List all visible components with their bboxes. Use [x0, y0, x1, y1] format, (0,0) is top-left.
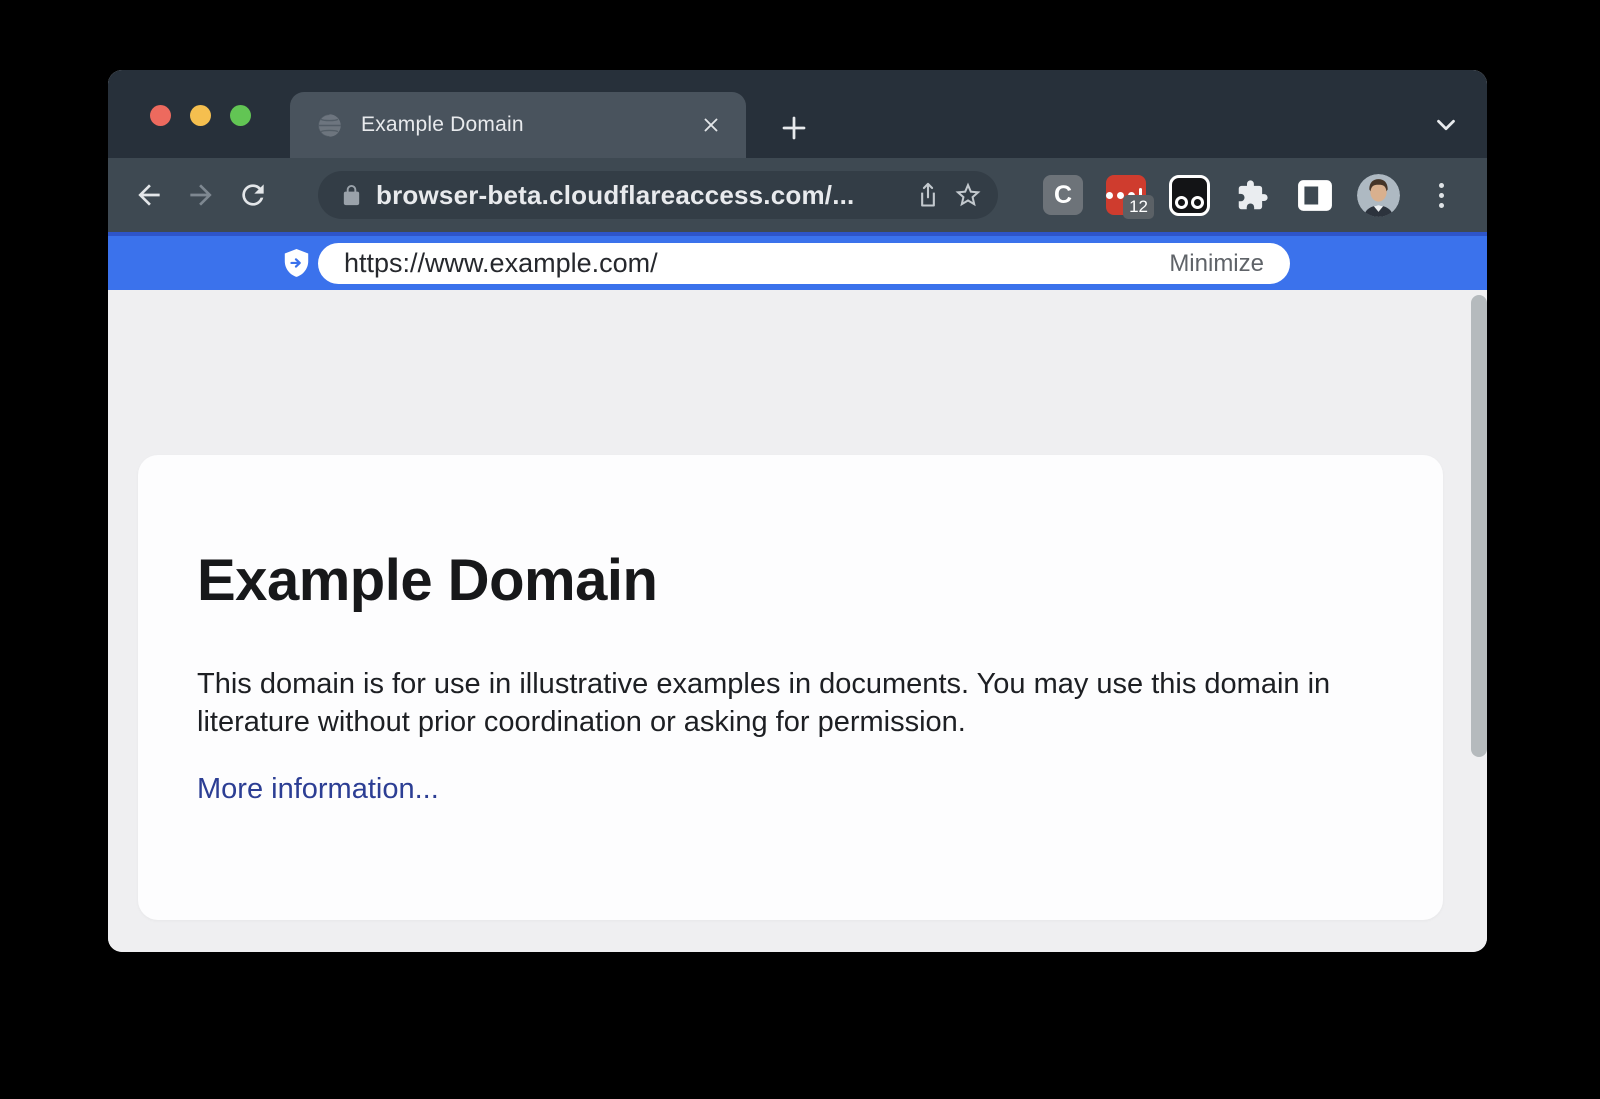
- address-bar[interactable]: browser-beta.cloudflareaccess.com/...: [318, 171, 998, 219]
- page-body-text: This domain is for use in illustrative e…: [197, 665, 1357, 741]
- extension-two-circles-button[interactable]: [1163, 169, 1215, 221]
- extensions-area: C 12: [1037, 158, 1487, 232]
- page-title: Example Domain: [197, 547, 657, 614]
- tab-example-domain[interactable]: Example Domain: [290, 92, 746, 158]
- scrollbar-thumb[interactable]: [1471, 295, 1487, 757]
- zoom-window-button[interactable]: [230, 105, 251, 126]
- extension-c-button[interactable]: C: [1037, 169, 1089, 221]
- avatar: [1357, 174, 1400, 217]
- browser-window: Example Domain: [108, 70, 1487, 952]
- more-information-link[interactable]: More information...: [197, 773, 439, 806]
- content-card: Example Domain This domain is for use in…: [138, 455, 1443, 920]
- page-viewport: Example Domain This domain is for use in…: [108, 290, 1487, 952]
- side-panel-button[interactable]: [1289, 169, 1341, 221]
- puzzle-icon: [1236, 179, 1269, 212]
- kebab-menu-icon: [1439, 183, 1444, 208]
- two-circles-icon: [1169, 175, 1210, 216]
- c-extension-icon: C: [1043, 175, 1083, 215]
- back-arrow-icon: [133, 179, 165, 211]
- minimize-window-button[interactable]: [190, 105, 211, 126]
- forward-button[interactable]: [180, 174, 222, 216]
- chevron-down-icon[interactable]: [1429, 108, 1463, 142]
- close-tab-icon[interactable]: [694, 108, 728, 142]
- share-icon[interactable]: [908, 175, 948, 215]
- globe-favicon-icon: [316, 112, 343, 139]
- extensions-menu-button[interactable]: [1226, 169, 1278, 221]
- back-button[interactable]: [128, 174, 170, 216]
- isolation-url-bar[interactable]: https://www.example.com/ Minimize: [318, 243, 1290, 284]
- lock-icon: [340, 184, 363, 207]
- desktop-background: Example Domain: [0, 0, 1600, 1099]
- close-window-button[interactable]: [150, 105, 171, 126]
- shield-arrow-icon: [283, 249, 310, 278]
- forward-arrow-icon: [185, 179, 217, 211]
- isolation-url-text: https://www.example.com/: [344, 248, 1169, 279]
- toolbar: browser-beta.cloudflareaccess.com/... C: [108, 158, 1487, 232]
- extension-badge: 12: [1123, 195, 1154, 219]
- minimize-banner-button[interactable]: Minimize: [1169, 250, 1264, 278]
- address-bar-url: browser-beta.cloudflareaccess.com/...: [376, 180, 908, 211]
- reload-icon: [237, 179, 269, 211]
- new-tab-button[interactable]: [776, 110, 812, 146]
- tab-title: Example Domain: [361, 113, 694, 137]
- side-panel-icon: [1297, 179, 1333, 212]
- extension-password-button[interactable]: 12: [1100, 169, 1152, 221]
- reload-button[interactable]: [232, 174, 274, 216]
- profile-button[interactable]: [1352, 169, 1404, 221]
- titlebar: Example Domain: [108, 70, 1487, 158]
- isolation-banner: https://www.example.com/ Minimize: [108, 232, 1487, 290]
- browser-menu-button[interactable]: [1415, 169, 1467, 221]
- traffic-lights: [150, 105, 251, 126]
- bookmark-star-icon[interactable]: [948, 175, 988, 215]
